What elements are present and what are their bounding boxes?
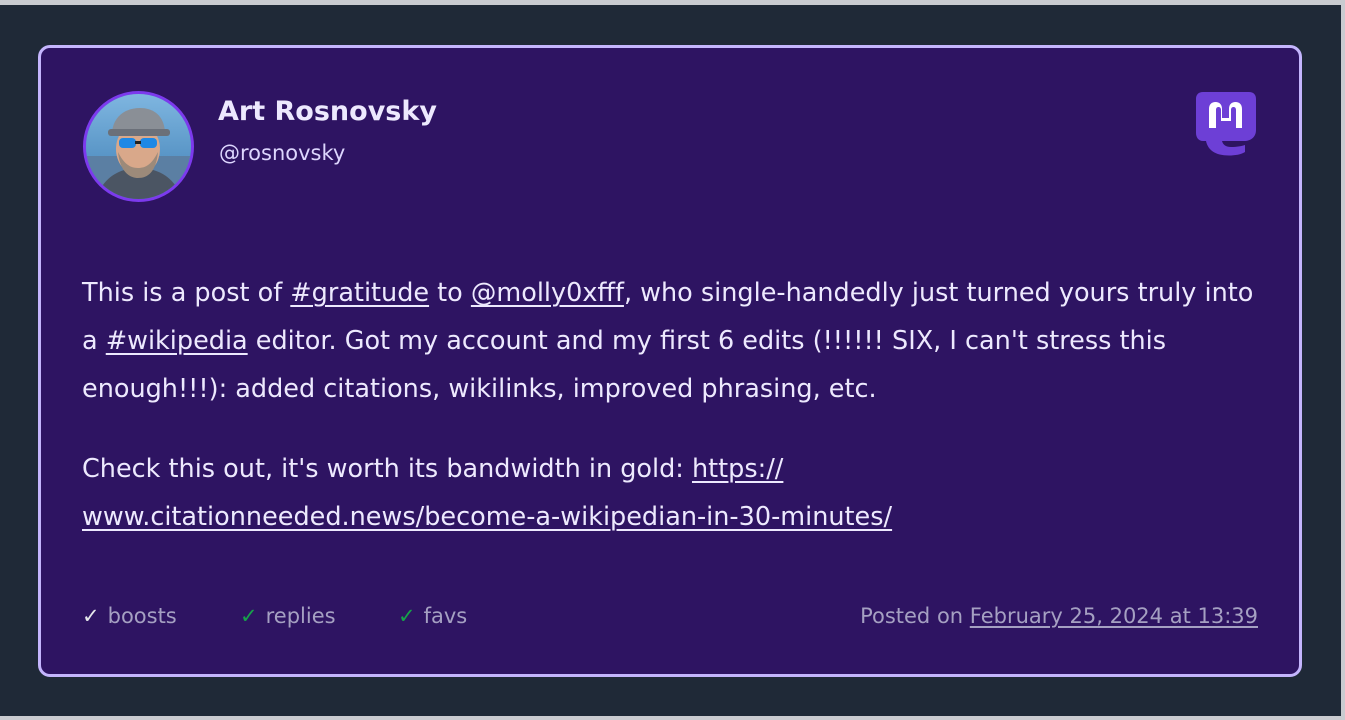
replies-stat: ✓ replies	[240, 604, 336, 628]
page-background: Art Rosnovsky @rosnovsky This is a post …	[0, 5, 1341, 716]
post-date-link[interactable]: February 25, 2024 at 13:39	[970, 604, 1258, 628]
post-paragraph: Check this out, it's worth its bandwidth…	[82, 445, 1262, 541]
article-link-part[interactable]: www.citationneeded.news/become-a-wikiped…	[82, 502, 892, 532]
check-icon: ✓	[398, 604, 416, 628]
mention-link[interactable]: @molly0xfff	[471, 278, 624, 308]
post-text: Check this out, it's worth its bandwidth…	[82, 454, 692, 484]
author-handle[interactable]: @rosnovsky	[219, 141, 345, 165]
boosts-label: boosts	[107, 604, 177, 628]
check-icon: ✓	[240, 604, 258, 628]
favs-stat: ✓ favs	[398, 604, 467, 628]
post-card: Art Rosnovsky @rosnovsky This is a post …	[38, 45, 1302, 677]
posted-timestamp: Posted on February 25, 2024 at 13:39	[860, 604, 1258, 628]
hashtag-wikipedia-link[interactable]: #wikipedia	[106, 326, 248, 356]
post-content: This is a post of #gratitude to @molly0x…	[82, 269, 1262, 541]
posted-prefix: Posted on	[860, 604, 970, 628]
favs-label: favs	[423, 604, 468, 628]
post-footer: ✓ boosts ✓ replies ✓ favs Posted on Februar…	[82, 604, 1258, 634]
post-text: to	[429, 278, 471, 308]
check-icon: ✓	[82, 604, 100, 628]
post-text: This is a post of	[82, 278, 291, 308]
author-display-name[interactable]: Art Rosnovsky	[218, 96, 437, 127]
mastodon-icon[interactable]	[1195, 90, 1257, 156]
article-link-part[interactable]: https://	[692, 454, 783, 484]
replies-label: replies	[265, 604, 336, 628]
post-paragraph: This is a post of #gratitude to @molly0x…	[82, 269, 1262, 413]
avatar[interactable]	[83, 91, 194, 202]
hashtag-gratitude-link[interactable]: #gratitude	[290, 278, 429, 308]
boosts-stat: ✓ boosts	[82, 604, 177, 628]
